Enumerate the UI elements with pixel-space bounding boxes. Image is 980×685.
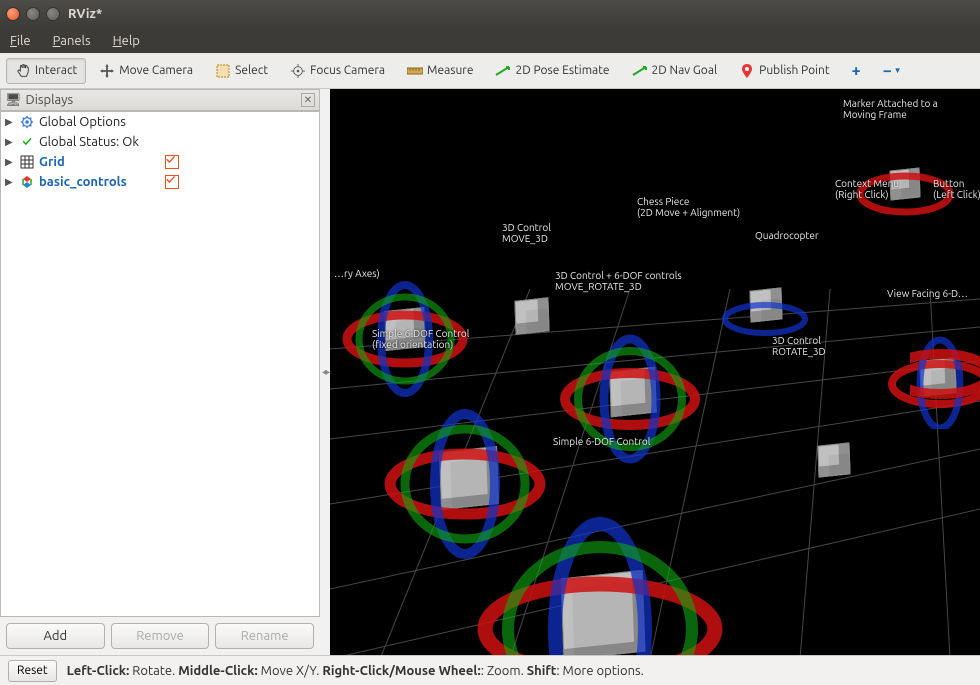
viewport-label: Simple 6-DOF Control(fixed orientation) bbox=[372, 328, 469, 350]
titlebar: RViz* bbox=[0, 0, 980, 28]
tool-label: 2D Nav Goal bbox=[652, 64, 718, 77]
tool-label: 2D Pose Estimate bbox=[515, 64, 609, 77]
tool-label: Interact bbox=[35, 64, 77, 77]
tree-label: Grid bbox=[39, 155, 65, 169]
menu-file[interactable]: File bbox=[10, 34, 31, 48]
tool-measure[interactable]: Measure bbox=[398, 58, 482, 84]
panel-icon: 🖥 bbox=[5, 93, 22, 108]
minus-icon: − bbox=[883, 62, 892, 80]
tree-row-global-options[interactable]: ▶ Global Options bbox=[1, 112, 319, 132]
check-green-icon: ✓ bbox=[19, 134, 35, 150]
tool-label: Focus Camera bbox=[310, 64, 385, 77]
menu-help[interactable]: Help bbox=[113, 34, 140, 48]
tool-publish-point[interactable]: Publish Point bbox=[730, 58, 838, 84]
menu-panels[interactable]: Panels bbox=[53, 34, 91, 48]
arrow-green-icon bbox=[632, 63, 648, 79]
window-close-button[interactable] bbox=[6, 7, 20, 21]
marker-icon bbox=[19, 174, 35, 190]
viewport-label: 3D Control + 6-DOF controlsMOVE_ROTATE_3… bbox=[555, 270, 682, 292]
status-help-text: Left-Click: Rotate. Middle-Click: Move X… bbox=[67, 664, 644, 678]
reset-button[interactable]: Reset bbox=[8, 660, 57, 682]
viewport-label: View Facing 6-D… bbox=[887, 288, 968, 299]
plus-icon: + bbox=[852, 62, 861, 80]
add-button[interactable]: Add bbox=[6, 623, 105, 649]
tool-add[interactable]: + bbox=[843, 57, 870, 85]
viewport-label: 3D ControlROTATE_3D bbox=[772, 335, 826, 357]
tool-label: Select bbox=[235, 64, 268, 77]
tool-label: Publish Point bbox=[759, 64, 829, 77]
3d-viewport[interactable]: Marker Attached to aMoving Frame Button(L… bbox=[330, 89, 980, 655]
tree-label: Global Status: Ok bbox=[39, 135, 139, 149]
tree-row-global-status[interactable]: ▶ ✓ Global Status: Ok bbox=[1, 132, 319, 152]
grid-small-icon bbox=[19, 154, 35, 170]
rename-button[interactable]: Rename bbox=[215, 623, 314, 649]
gimbal-icon bbox=[910, 319, 980, 429]
panel-close-icon[interactable]: ✕ bbox=[301, 93, 315, 107]
viewport-label: Quadrocopter bbox=[755, 230, 819, 241]
target-icon bbox=[290, 63, 306, 79]
statusbar: Reset Left-Click: Rotate. Middle-Click: … bbox=[0, 655, 980, 685]
toolbar: Interact Move Camera Select Focus Camera… bbox=[0, 53, 980, 89]
panel-title: Displays bbox=[26, 93, 74, 107]
displays-tree[interactable]: ▶ Global Options ▶ ✓ Global Status: Ok ▶… bbox=[0, 111, 320, 617]
displays-sidebar: 🖥 Displays ✕ ▶ Global Options ▶ ✓ Global… bbox=[0, 89, 320, 655]
ruler-icon bbox=[407, 63, 423, 79]
viewport-label: …ry Axes) bbox=[334, 268, 380, 279]
tool-label: Measure bbox=[427, 64, 473, 77]
viewport-label: Context Menu(Right Click) bbox=[835, 178, 899, 200]
hand-icon bbox=[15, 63, 31, 79]
tool-label: Move Camera bbox=[119, 64, 193, 77]
tree-row-basic-controls[interactable]: ▶ basic_controls bbox=[1, 172, 319, 192]
splitter[interactable]: ◂ ▸ bbox=[320, 89, 330, 655]
tool-remove[interactable]: − ▼ bbox=[874, 57, 911, 85]
expand-icon[interactable]: ▶ bbox=[5, 116, 15, 128]
tree-checkbox[interactable] bbox=[165, 155, 179, 169]
tree-label: basic_controls bbox=[39, 175, 127, 189]
displays-panel-header[interactable]: 🖥 Displays ✕ bbox=[0, 89, 320, 111]
move-icon bbox=[99, 63, 115, 79]
gear-icon bbox=[19, 114, 35, 130]
expand-icon[interactable]: ▶ bbox=[5, 136, 15, 148]
tree-checkbox[interactable] bbox=[165, 175, 179, 189]
gimbal-icon bbox=[460, 489, 740, 655]
tool-2d-nav-goal[interactable]: 2D Nav Goal bbox=[623, 58, 727, 84]
tool-2d-pose-estimate[interactable]: 2D Pose Estimate bbox=[486, 58, 618, 84]
tool-focus-camera[interactable]: Focus Camera bbox=[281, 58, 394, 84]
window-title: RViz* bbox=[68, 7, 102, 21]
viewport-label: Marker Attached to aMoving Frame bbox=[843, 98, 938, 120]
pin-icon bbox=[739, 63, 755, 79]
tree-row-grid[interactable]: ▶ Grid bbox=[1, 152, 319, 172]
dropdown-icon: ▼ bbox=[894, 66, 902, 75]
expand-icon[interactable]: ▶ bbox=[5, 156, 15, 168]
viewport-label: Button(Left Click) bbox=[933, 178, 980, 200]
tool-move-camera[interactable]: Move Camera bbox=[90, 58, 202, 84]
viewport-label: Chess Piece(2D Move + Alignment) bbox=[637, 196, 740, 218]
tool-interact[interactable]: Interact bbox=[6, 58, 86, 84]
tree-label: Global Options bbox=[39, 115, 126, 129]
menubar: File Panels Help bbox=[0, 28, 980, 53]
viewport-label: Simple 6-DOF Control bbox=[553, 436, 650, 447]
window-maximize-button[interactable] bbox=[46, 7, 60, 21]
select-icon bbox=[215, 63, 231, 79]
window-minimize-button[interactable] bbox=[26, 7, 40, 21]
expand-icon[interactable]: ▶ bbox=[5, 176, 15, 188]
tool-select[interactable]: Select bbox=[206, 58, 277, 84]
viewport-label: 3D ControlMOVE_3D bbox=[502, 222, 551, 244]
arrow-green-icon bbox=[495, 63, 511, 79]
remove-button[interactable]: Remove bbox=[111, 623, 210, 649]
